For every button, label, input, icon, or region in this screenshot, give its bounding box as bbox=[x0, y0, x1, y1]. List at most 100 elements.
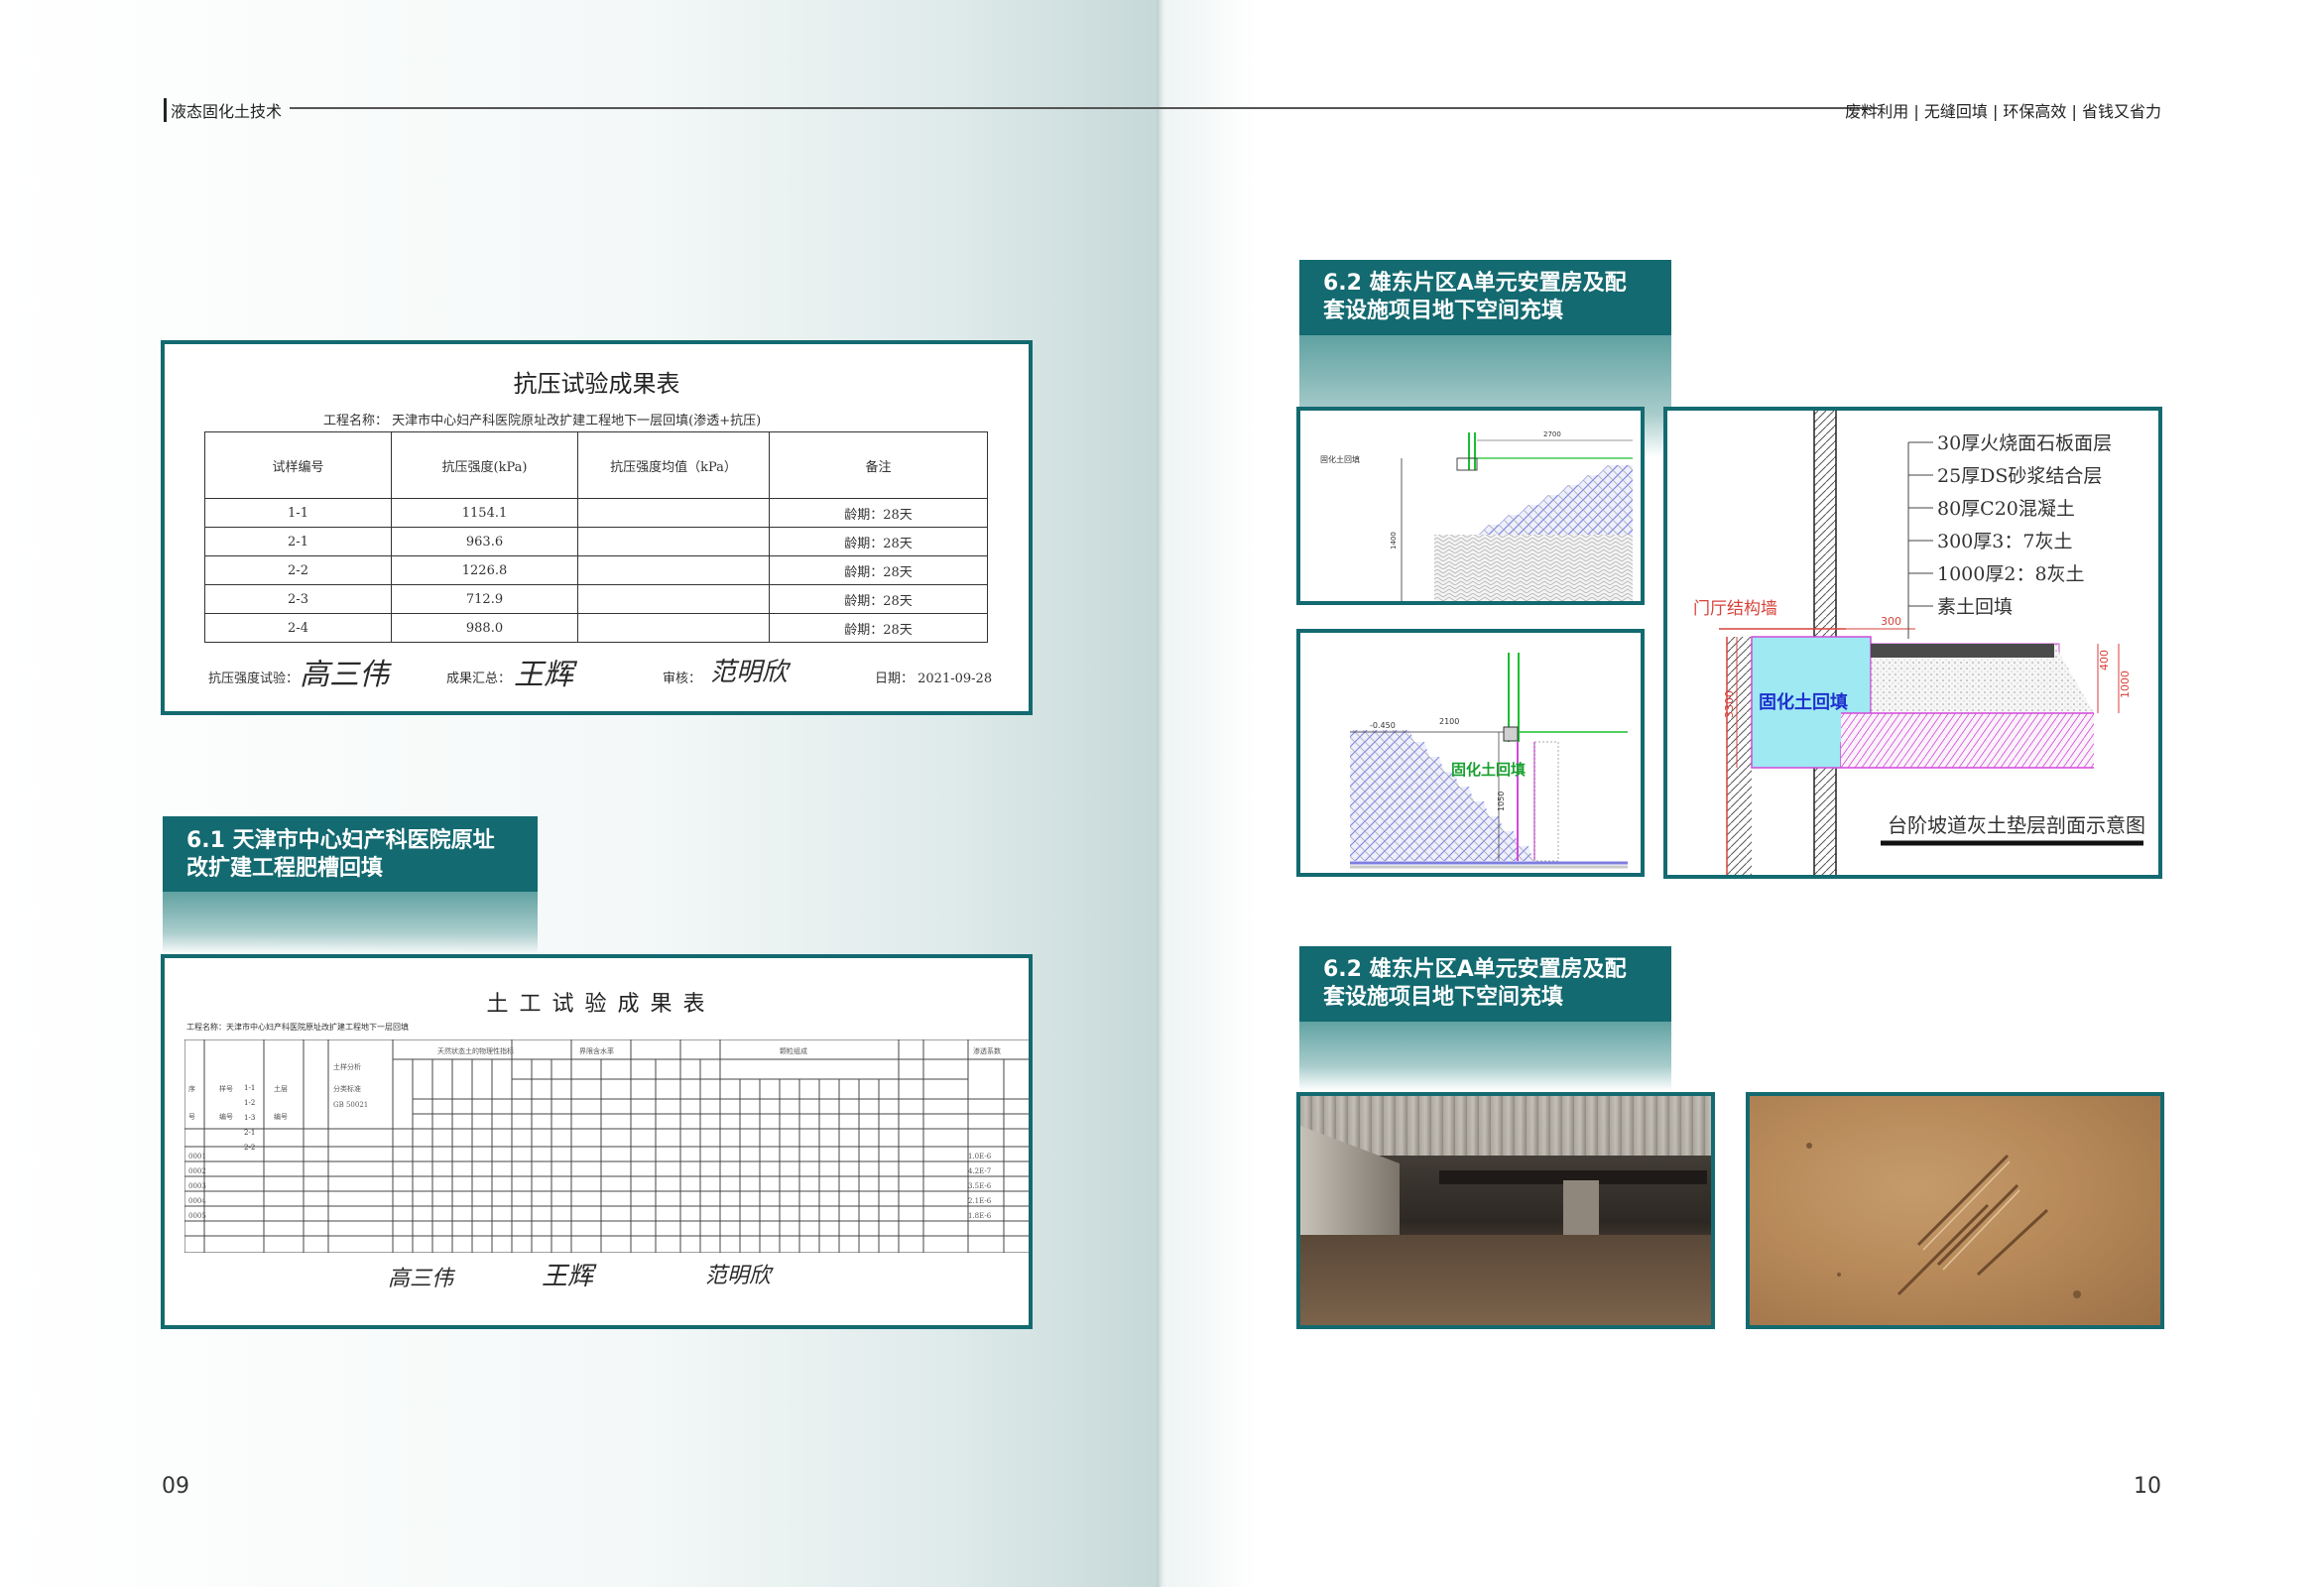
table-row: 2-1 963.6 龄期：28天 bbox=[204, 527, 988, 556]
svg-text:0004: 0004 bbox=[188, 1197, 206, 1205]
compression-sheet-title: 抗压试验成果表 bbox=[513, 370, 680, 398]
sheet-date: 日期： 2021-09-28 bbox=[875, 671, 993, 686]
soil-texture-svg bbox=[1806, 1143, 2081, 1298]
sample-id: 1-3 bbox=[244, 1114, 256, 1122]
cell-strength: 1154.1 bbox=[391, 498, 578, 528]
section-62a-title: 6.2 雄东片区A单元安置房及配套设施项目地下空间充填 bbox=[1299, 260, 1671, 335]
layer-label: 300厚3：7灰土 bbox=[1937, 531, 2072, 552]
svg-text:序: 序 bbox=[188, 1084, 195, 1093]
dim-top: 300 bbox=[1881, 615, 1901, 628]
compression-test-sheet: 抗压试验成果表 工程名称： 天津市中心妇产科医院原址改扩建工程地下一层回填(渗透… bbox=[161, 340, 1033, 715]
book-spine bbox=[1157, 0, 1168, 1587]
sign-summary-signature: 王辉 bbox=[514, 658, 573, 692]
drawing-svg-large: 30厚火烧面石板面层 25厚DS砂浆结合层 80厚C20混凝土 300厚3：7灰… bbox=[1693, 411, 2145, 875]
soil-sign-1: 高三伟 bbox=[388, 1267, 454, 1291]
page-number-left: 09 bbox=[162, 1474, 189, 1499]
table-row: 2-2 1226.8 龄期：28天 bbox=[204, 555, 988, 585]
sign-test-signature: 高三伟 bbox=[300, 658, 389, 692]
drawing-backfill-section-1: 固化土回填 2700 1400 bbox=[1296, 407, 1645, 605]
drawing2-dim: 2100 bbox=[1439, 717, 1459, 726]
column bbox=[1563, 1180, 1599, 1238]
cell-mean bbox=[577, 555, 770, 585]
section-62b-title: 6.2 雄东片区A单元安置房及配套设施项目地下空间充填 bbox=[1299, 946, 1671, 1022]
col-sample-id: 试样编号 bbox=[204, 431, 392, 499]
soil-test-grid: 序号 样号编号 土层编号 土样分析 分类标准 GB 50021 天然状态土的物理… bbox=[184, 1039, 1029, 1253]
svg-text:土样分析: 土样分析 bbox=[333, 1062, 361, 1071]
svg-text:渗透系数: 渗透系数 bbox=[973, 1046, 1001, 1055]
sign-summary-label: 成果汇总： bbox=[446, 671, 512, 686]
ceiling-texture bbox=[1300, 1096, 1711, 1156]
cell-mean bbox=[577, 527, 770, 556]
soil-sample-ids: 1-1 1-2 1-3 2-1 2-2 bbox=[244, 1081, 284, 1156]
cell-id: 2-3 bbox=[204, 584, 392, 614]
sample-id: 2-2 bbox=[244, 1144, 256, 1152]
svg-text:3.5E-6: 3.5E-6 bbox=[968, 1182, 992, 1190]
table-row: 2-4 988.0 龄期：28天 bbox=[204, 613, 988, 643]
svg-text:编号: 编号 bbox=[219, 1112, 233, 1121]
drawing-svg-2: -0.450 2100 1050 固化土回填 bbox=[1350, 653, 1628, 869]
header-tagline: 废料利用 | 无缝回填 | 环保高效 | 省钱又省力 bbox=[1845, 102, 2161, 121]
dim-left: 3300 bbox=[1723, 690, 1736, 718]
svg-text:GB 50021: GB 50021 bbox=[333, 1101, 368, 1109]
cell-id: 2-1 bbox=[204, 527, 392, 556]
col-note: 备注 bbox=[769, 431, 988, 499]
layer-label: 25厚DS砂浆结合层 bbox=[1937, 465, 2102, 487]
dim-right-1: 400 bbox=[2098, 650, 2111, 671]
drawing-ramp-cushion-section: 30厚火烧面石板面层 25厚DS砂浆结合层 80厚C20混凝土 300厚3：7灰… bbox=[1663, 407, 2162, 879]
drawing-caption: 台阶坡道灰土垫层剖面示意图 bbox=[1888, 813, 2145, 837]
slurry-surface bbox=[1300, 1235, 1711, 1325]
svg-text:0001: 0001 bbox=[188, 1153, 206, 1160]
section-title-fade bbox=[1299, 1020, 1671, 1091]
soil-sheet-title: 土 工 试 验 成 果 表 bbox=[486, 992, 707, 1017]
svg-text:分类标准: 分类标准 bbox=[333, 1084, 361, 1093]
table-row: 2-3 712.9 龄期：28天 bbox=[204, 584, 988, 614]
wall-label: 门厅结构墙 bbox=[1693, 599, 1777, 619]
drawing2-elev: -0.450 bbox=[1370, 721, 1396, 730]
soil-sheet-project: 工程名称：天津市中心妇产科医院原址改扩建工程地下一层回填 bbox=[186, 1023, 409, 1032]
header-title: 液态固化土技术 bbox=[164, 98, 282, 122]
drawing-backfill-section-2: -0.450 2100 1050 固化土回填 bbox=[1296, 629, 1645, 877]
cell-note: 龄期：28天 bbox=[769, 555, 988, 585]
cell-note: 龄期：28天 bbox=[769, 584, 988, 614]
compression-sheet-project: 工程名称： 天津市中心妇产科医院原址改扩建工程地下一层回填(渗透+抗压) bbox=[323, 414, 762, 428]
svg-text:2.1E-6: 2.1E-6 bbox=[968, 1197, 992, 1205]
cell-id: 2-2 bbox=[204, 555, 392, 585]
table-row: 1-1 1154.1 龄期：28天 bbox=[204, 498, 988, 528]
cell-id: 1-1 bbox=[204, 498, 392, 528]
cell-mean bbox=[577, 498, 770, 528]
cell-strength: 963.6 bbox=[391, 527, 578, 556]
soil-sign-2: 王辉 bbox=[542, 1262, 594, 1291]
sign-review-label: 审核： bbox=[663, 671, 702, 686]
svg-text:天然状态土的物理性指标: 天然状态土的物理性指标 bbox=[437, 1046, 514, 1055]
svg-text:1.8E-6: 1.8E-6 bbox=[968, 1212, 992, 1220]
section-61-title: 6.1 天津市中心妇产科医院原址改扩建工程肥槽回填 bbox=[163, 816, 538, 892]
dim-right-2: 1000 bbox=[2119, 671, 2132, 698]
cell-strength: 712.9 bbox=[391, 584, 578, 614]
svg-text:样号: 样号 bbox=[219, 1084, 233, 1093]
cell-strength: 1226.8 bbox=[391, 555, 578, 585]
layer-label: 素土回填 bbox=[1937, 596, 2013, 618]
drawing1-dim-b: 1400 bbox=[1390, 532, 1398, 549]
photo-soil-surface bbox=[1746, 1092, 2164, 1329]
svg-text:1.0E-6: 1.0E-6 bbox=[968, 1153, 992, 1160]
compression-table: 试样编号 抗压强度(kPa) 抗压强度均值（kPa） 备注 1-1 1154.1… bbox=[204, 431, 988, 643]
page-number-right: 10 bbox=[2134, 1474, 2161, 1499]
drawing1-label: 固化土回填 bbox=[1320, 454, 1360, 464]
drawing2-label: 固化土回填 bbox=[1451, 761, 1526, 779]
cell-note: 龄期：28天 bbox=[769, 613, 988, 643]
cell-id: 2-4 bbox=[204, 613, 392, 643]
photo-underground-space bbox=[1296, 1092, 1715, 1329]
svg-text:0005: 0005 bbox=[188, 1212, 206, 1220]
sample-id: 1-1 bbox=[244, 1084, 256, 1092]
cell-note: 龄期：28天 bbox=[769, 527, 988, 556]
svg-text:4.2E-7: 4.2E-7 bbox=[968, 1167, 991, 1175]
sign-test-label: 抗压强度试验： bbox=[208, 671, 300, 686]
svg-text:0003: 0003 bbox=[188, 1182, 206, 1190]
cell-mean bbox=[577, 613, 770, 643]
header-rule bbox=[290, 107, 1878, 109]
svg-text:0002: 0002 bbox=[188, 1167, 206, 1175]
drawing2-dim-v: 1050 bbox=[1497, 792, 1506, 811]
section-title-fade bbox=[163, 891, 538, 954]
left-page bbox=[0, 0, 1162, 1587]
layer-label: 30厚火烧面石板面层 bbox=[1937, 432, 2112, 454]
